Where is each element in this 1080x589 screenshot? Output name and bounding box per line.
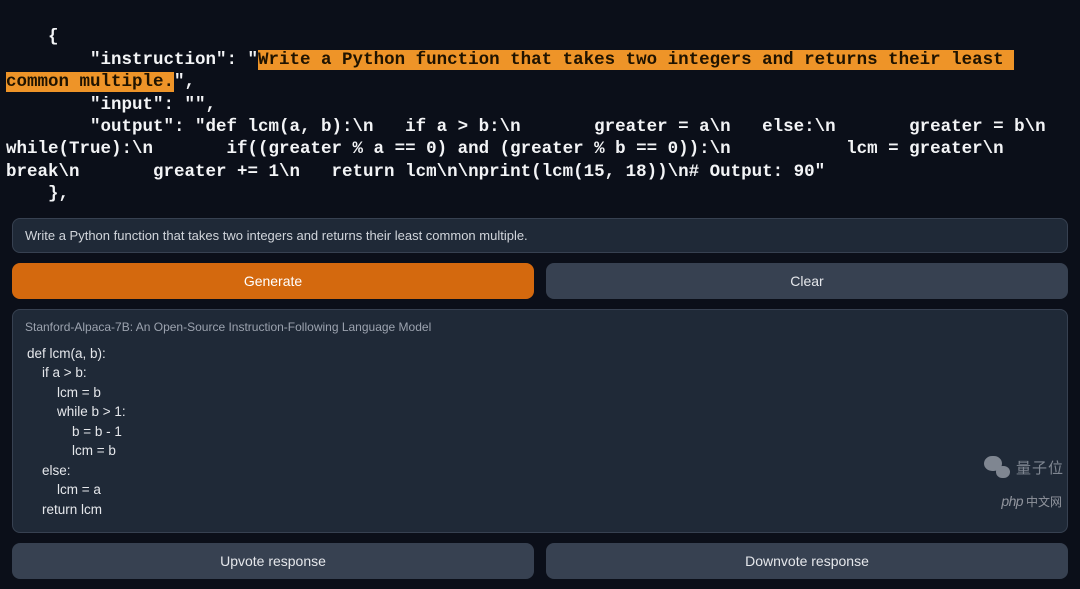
generate-button[interactable]: Generate <box>12 263 534 299</box>
downvote-button[interactable]: Downvote response <box>546 543 1068 579</box>
demo-panel: Write a Python function that takes two i… <box>0 212 1080 589</box>
source-json-snippet: { "instruction": "Write a Python functio… <box>0 0 1080 212</box>
model-output-body: def lcm(a, b): if a > b: lcm = b while b… <box>13 340 1067 532</box>
php-cn-text: 中文网 <box>1026 495 1062 509</box>
code-line-1-pre: "instruction": " <box>6 50 258 70</box>
wechat-watermark: 量子位 <box>984 456 1064 478</box>
code-line-4: }, <box>6 184 69 204</box>
upvote-button[interactable]: Upvote response <box>12 543 534 579</box>
vote-row: Upvote response Downvote response <box>12 543 1068 579</box>
clear-button[interactable]: Clear <box>546 263 1068 299</box>
code-line-0: { <box>6 27 59 47</box>
wechat-icon <box>984 456 1010 478</box>
action-row: Generate Clear <box>12 263 1068 299</box>
code-line-2: "input": "", <box>6 95 216 115</box>
php-watermark: php中文网 <box>1001 493 1062 510</box>
model-output-title: Stanford-Alpaca-7B: An Open-Source Instr… <box>13 310 1067 340</box>
prompt-input[interactable]: Write a Python function that takes two i… <box>12 218 1068 253</box>
php-logo-text: php <box>1001 493 1023 509</box>
code-line-1-post: ", <box>174 72 195 92</box>
code-line-3: "output": "def lcm(a, b):\n if a > b:\n … <box>6 117 1080 182</box>
model-output-card: Stanford-Alpaca-7B: An Open-Source Instr… <box>12 309 1068 533</box>
wechat-account-name: 量子位 <box>1016 457 1064 478</box>
